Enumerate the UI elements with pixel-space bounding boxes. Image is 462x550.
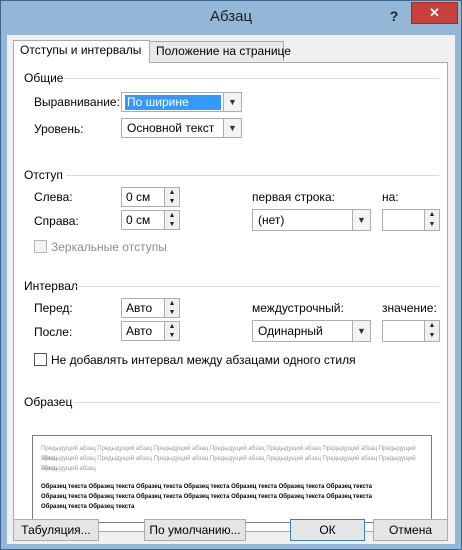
set-default-button[interactable]: По умолчанию... — [144, 519, 246, 541]
mirror-indents-label: Зеркальные отступы — [51, 240, 167, 254]
space-before-spinner[interactable]: Авто ▲ ▼ — [121, 298, 180, 318]
tabs-button[interactable]: Табуляция... — [13, 519, 99, 541]
level-select[interactable]: Основной текст ▼ — [121, 118, 242, 138]
spin-down-icon[interactable]: ▼ — [164, 308, 179, 317]
tab-line-and-page-breaks[interactable]: Положение на странице — [149, 41, 291, 61]
alignment-label: Выравнивание: — [34, 95, 120, 109]
indent-right-spinner[interactable]: 0 см ▲ ▼ — [121, 210, 180, 230]
preview-previous-line: Предыдущий абзац — [41, 466, 96, 472]
indent-right-value: 0 см — [126, 213, 151, 227]
level-value: Основной текст — [127, 121, 215, 135]
title-bar[interactable]: Абзац ? ✕ — [1, 1, 461, 35]
chevron-down-icon[interactable]: ▼ — [352, 321, 370, 341]
indent-right-label: Справа: — [34, 214, 79, 228]
preview-heading: Образец — [24, 395, 73, 409]
dialog-body: Отступы и интервалы Положение на страниц… — [7, 35, 455, 544]
level-label: Уровень: — [34, 122, 84, 136]
first-line-label: первая строка: — [252, 190, 335, 204]
first-line-value: (нет) — [258, 213, 285, 227]
tab-indents-and-spacing[interactable]: Отступы и интервалы — [13, 40, 150, 63]
by-spinner[interactable]: ▲ ▼ — [382, 209, 440, 231]
spacing-at-spinner[interactable]: ▲ ▼ — [382, 320, 440, 342]
indent-divider — [66, 175, 439, 176]
preview-divider — [74, 402, 439, 403]
no-space-same-style-checkbox[interactable] — [34, 353, 47, 366]
chevron-down-icon[interactable]: ▼ — [223, 119, 241, 137]
preview-sample-line: Образец текста Образец текста Образец те… — [41, 494, 372, 500]
indent-heading: Отступ — [24, 168, 63, 182]
preview-box: Предыдущий абзац Предыдущий абзац Предыд… — [32, 435, 432, 523]
close-button[interactable]: ✕ — [411, 2, 458, 24]
help-button[interactable]: ? — [384, 6, 404, 26]
space-before-value: Авто — [126, 301, 153, 315]
spacing-heading: Интервал — [24, 279, 78, 293]
chevron-down-icon[interactable]: ▼ — [223, 93, 241, 111]
preview-sample-line: Образец текста Образец текста — [41, 504, 135, 510]
spin-down-icon[interactable]: ▼ — [424, 220, 439, 230]
indent-left-value: 0 см — [126, 190, 151, 204]
preview-sample-line: Образец текста Образец текста Образец те… — [41, 484, 372, 490]
spin-down-icon[interactable]: ▼ — [164, 220, 179, 229]
mirror-indents-checkbox[interactable] — [34, 240, 47, 253]
indent-left-spinner[interactable]: 0 см ▲ ▼ — [121, 187, 180, 207]
line-spacing-value: Одинарный — [258, 324, 323, 338]
space-after-value: Авто — [126, 324, 153, 338]
by-label: на: — [382, 190, 399, 204]
general-divider — [64, 78, 439, 79]
spin-down-icon[interactable]: ▼ — [164, 197, 179, 206]
paragraph-dialog: Абзац ? ✕ Отступы и интервалы Положение … — [0, 0, 462, 550]
line-spacing-label: междустрочный: — [252, 301, 344, 315]
line-spacing-select[interactable]: Одинарный ▼ — [252, 320, 371, 342]
space-after-spinner[interactable]: Авто ▲ ▼ — [121, 321, 180, 341]
cancel-button[interactable]: Отмена — [373, 519, 448, 541]
space-after-label: После: — [34, 325, 73, 339]
first-line-select[interactable]: (нет) ▼ — [252, 209, 371, 231]
spin-down-icon[interactable]: ▼ — [164, 331, 179, 340]
spacing-divider — [76, 286, 439, 287]
no-space-same-style-label: Не добавлять интервал между абзацами одн… — [51, 353, 356, 367]
spin-down-icon[interactable]: ▼ — [424, 331, 439, 341]
alignment-select[interactable]: По ширине ▼ — [121, 92, 242, 112]
indent-left-label: Слева: — [34, 190, 73, 204]
chevron-down-icon[interactable]: ▼ — [352, 210, 370, 230]
alignment-value: По ширине — [125, 95, 221, 110]
spacing-at-label: значение: — [382, 301, 437, 315]
general-heading: Общие — [24, 71, 64, 85]
tab-panel: Общие Выравнивание: По ширине ▼ Уровень:… — [13, 62, 448, 532]
ok-button[interactable]: ОК — [290, 519, 365, 541]
space-before-label: Перед: — [34, 301, 73, 315]
